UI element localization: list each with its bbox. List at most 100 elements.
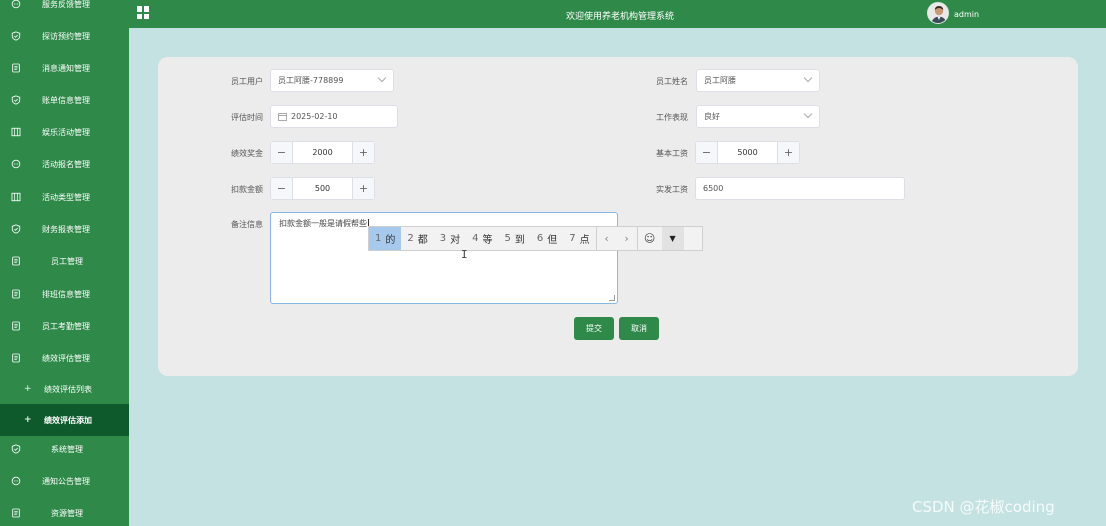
ime-candidate[interactable]: 6但: [531, 227, 563, 250]
ime-candidate-text: 都: [417, 235, 428, 246]
sidebar-item[interactable]: 服务反馈管理: [0, 0, 129, 20]
sidebar-item[interactable]: 绩效评估管理: [0, 342, 129, 374]
performance-select[interactable]: 良好: [696, 105, 820, 128]
bonus-stepper[interactable]: − 2000 +: [270, 141, 375, 164]
columns-icon: [10, 191, 22, 203]
columns-icon: [10, 126, 22, 138]
ime-candidate-text: 等: [482, 235, 493, 246]
watermark: CSDN @花椒coding: [912, 498, 1055, 516]
deduction-value[interactable]: 500: [293, 178, 352, 199]
resize-handle-icon[interactable]: [609, 295, 615, 301]
ime-candidate-text: 到: [514, 235, 525, 246]
sidebar-item[interactable]: 员工考勤管理: [0, 310, 129, 342]
ime-candidate-number: 2: [407, 233, 414, 244]
emoji-icon[interactable]: ☺: [638, 227, 662, 250]
deduction-increment-button[interactable]: +: [352, 178, 374, 199]
actual-salary-input[interactable]: 6500: [695, 177, 905, 200]
plus-icon: +: [24, 384, 32, 394]
ime-candidate-text: 的: [385, 235, 396, 246]
ime-candidate-number: 1: [375, 233, 382, 244]
shield-check-icon: [10, 223, 22, 235]
chevron-down-icon: [803, 73, 813, 83]
chevron-down-icon: [803, 109, 813, 119]
eval-time-datepicker[interactable]: 2025-02-10: [270, 105, 398, 128]
ime-candidate-bar: 1的2都3对4等5到6但7点 ‹ › ☺ ▼: [368, 226, 703, 251]
ime-candidate[interactable]: 3对: [434, 227, 466, 250]
base-salary-increment-button[interactable]: +: [777, 142, 799, 163]
bonus-value[interactable]: 2000: [293, 142, 352, 163]
sidebar-item-label: 员工考勤管理: [42, 321, 90, 331]
sidebar-item-label: 绩效评估管理: [42, 353, 90, 363]
ime-candidate-text: 对: [450, 235, 461, 246]
sidebar-item-label: 探访预约管理: [42, 31, 90, 41]
sidebar-item-label: 通知公告管理: [42, 476, 90, 486]
ime-candidate-number: 6: [536, 233, 544, 244]
sidebar-item[interactable]: 资源管理: [0, 497, 129, 526]
ime-candidate[interactable]: 4等: [466, 227, 498, 250]
base-salary-value[interactable]: 5000: [718, 142, 777, 163]
deduction-decrement-button[interactable]: −: [271, 178, 293, 199]
sidebar-item-label: 服务反馈管理: [42, 0, 90, 9]
sidebar-item[interactable]: 账单信息管理: [0, 84, 129, 116]
document-icon: [10, 255, 22, 267]
ime-prev-page-icon[interactable]: ‹: [597, 227, 617, 250]
employee-name-value: 员工阿腰: [704, 76, 736, 85]
sidebar-item[interactable]: + 绩效评估添加: [0, 404, 129, 436]
sidebar-item[interactable]: 消息通知管理: [0, 52, 129, 84]
bonus-decrement-button[interactable]: −: [271, 142, 293, 163]
employee-name-select[interactable]: 员工阿腰: [696, 69, 820, 92]
performance-value: 良好: [704, 112, 720, 121]
chat-icon: [10, 0, 22, 10]
ime-candidate[interactable]: 7点: [563, 227, 595, 250]
sidebar-item-label: 系统管理: [51, 444, 83, 454]
employee-user-select[interactable]: 员工阿腰-778899: [270, 69, 394, 92]
sidebar-item[interactable]: 探访预约管理: [0, 20, 129, 52]
ime-expand-icon[interactable]: ▼: [661, 227, 684, 250]
submit-button[interactable]: 提交: [574, 317, 614, 340]
ime-candidate[interactable]: 2都: [401, 227, 433, 250]
sidebar-item-label: 绩效评估列表: [44, 384, 92, 394]
sidebar-item-label: 活动报名管理: [42, 159, 90, 169]
shield-check-icon: [10, 94, 22, 106]
remark-label: 备注信息: [231, 220, 263, 229]
bonus-increment-button[interactable]: +: [352, 142, 374, 163]
ime-candidate-list: 1的2都3对4等5到6但7点: [369, 227, 596, 250]
sidebar-item[interactable]: 娱乐活动管理: [0, 116, 129, 148]
user-name[interactable]: admin: [954, 10, 979, 19]
eval-time-value: 2025-02-10: [291, 112, 338, 121]
shield-check-icon: [10, 30, 22, 42]
document-icon: [10, 288, 22, 300]
sidebar-item-label: 账单信息管理: [42, 95, 90, 105]
sidebar-item[interactable]: 活动报名管理: [0, 148, 129, 180]
sidebar-item[interactable]: 财务报表管理: [0, 213, 129, 245]
deduction-stepper[interactable]: − 500 +: [270, 177, 375, 200]
document-icon: [10, 62, 22, 74]
avatar[interactable]: [927, 2, 949, 24]
sidebar-item[interactable]: 员工管理: [0, 245, 129, 277]
remark-value: 扣款金额一般是请假帮些: [279, 219, 367, 228]
ime-candidate[interactable]: 5到: [499, 227, 531, 250]
eval-time-label: 评估时间: [231, 113, 263, 122]
ime-next-page-icon[interactable]: ›: [617, 227, 637, 250]
sidebar-item[interactable]: 通知公告管理: [0, 465, 129, 497]
document-icon: [10, 352, 22, 364]
base-salary-stepper[interactable]: − 5000 +: [695, 141, 800, 164]
deduction-label: 扣款金额: [231, 185, 263, 194]
document-icon: [10, 320, 22, 332]
ime-candidate-text: 但: [547, 235, 558, 246]
chat-icon: [10, 158, 22, 170]
sidebar-item-label: 绩效评估添加: [44, 415, 92, 425]
cancel-button[interactable]: 取消: [619, 317, 659, 340]
sidebar-item[interactable]: 排班信息管理: [0, 278, 129, 310]
ime-candidate-number: 4: [472, 233, 479, 244]
sidebar-item[interactable]: + 绩效评估列表: [0, 373, 129, 405]
ime-candidate[interactable]: 1的: [369, 227, 402, 250]
sidebar-item[interactable]: 活动类型管理: [0, 181, 129, 213]
shield-check-icon: [10, 443, 22, 455]
sidebar-item-label: 资源管理: [51, 508, 83, 518]
employee-user-value: 员工阿腰-778899: [278, 76, 344, 85]
employee-user-label: 员工用户: [231, 77, 263, 86]
sidebar-item[interactable]: 系统管理: [0, 433, 129, 465]
menu-grid-icon[interactable]: [137, 6, 150, 19]
base-salary-decrement-button[interactable]: −: [696, 142, 718, 163]
